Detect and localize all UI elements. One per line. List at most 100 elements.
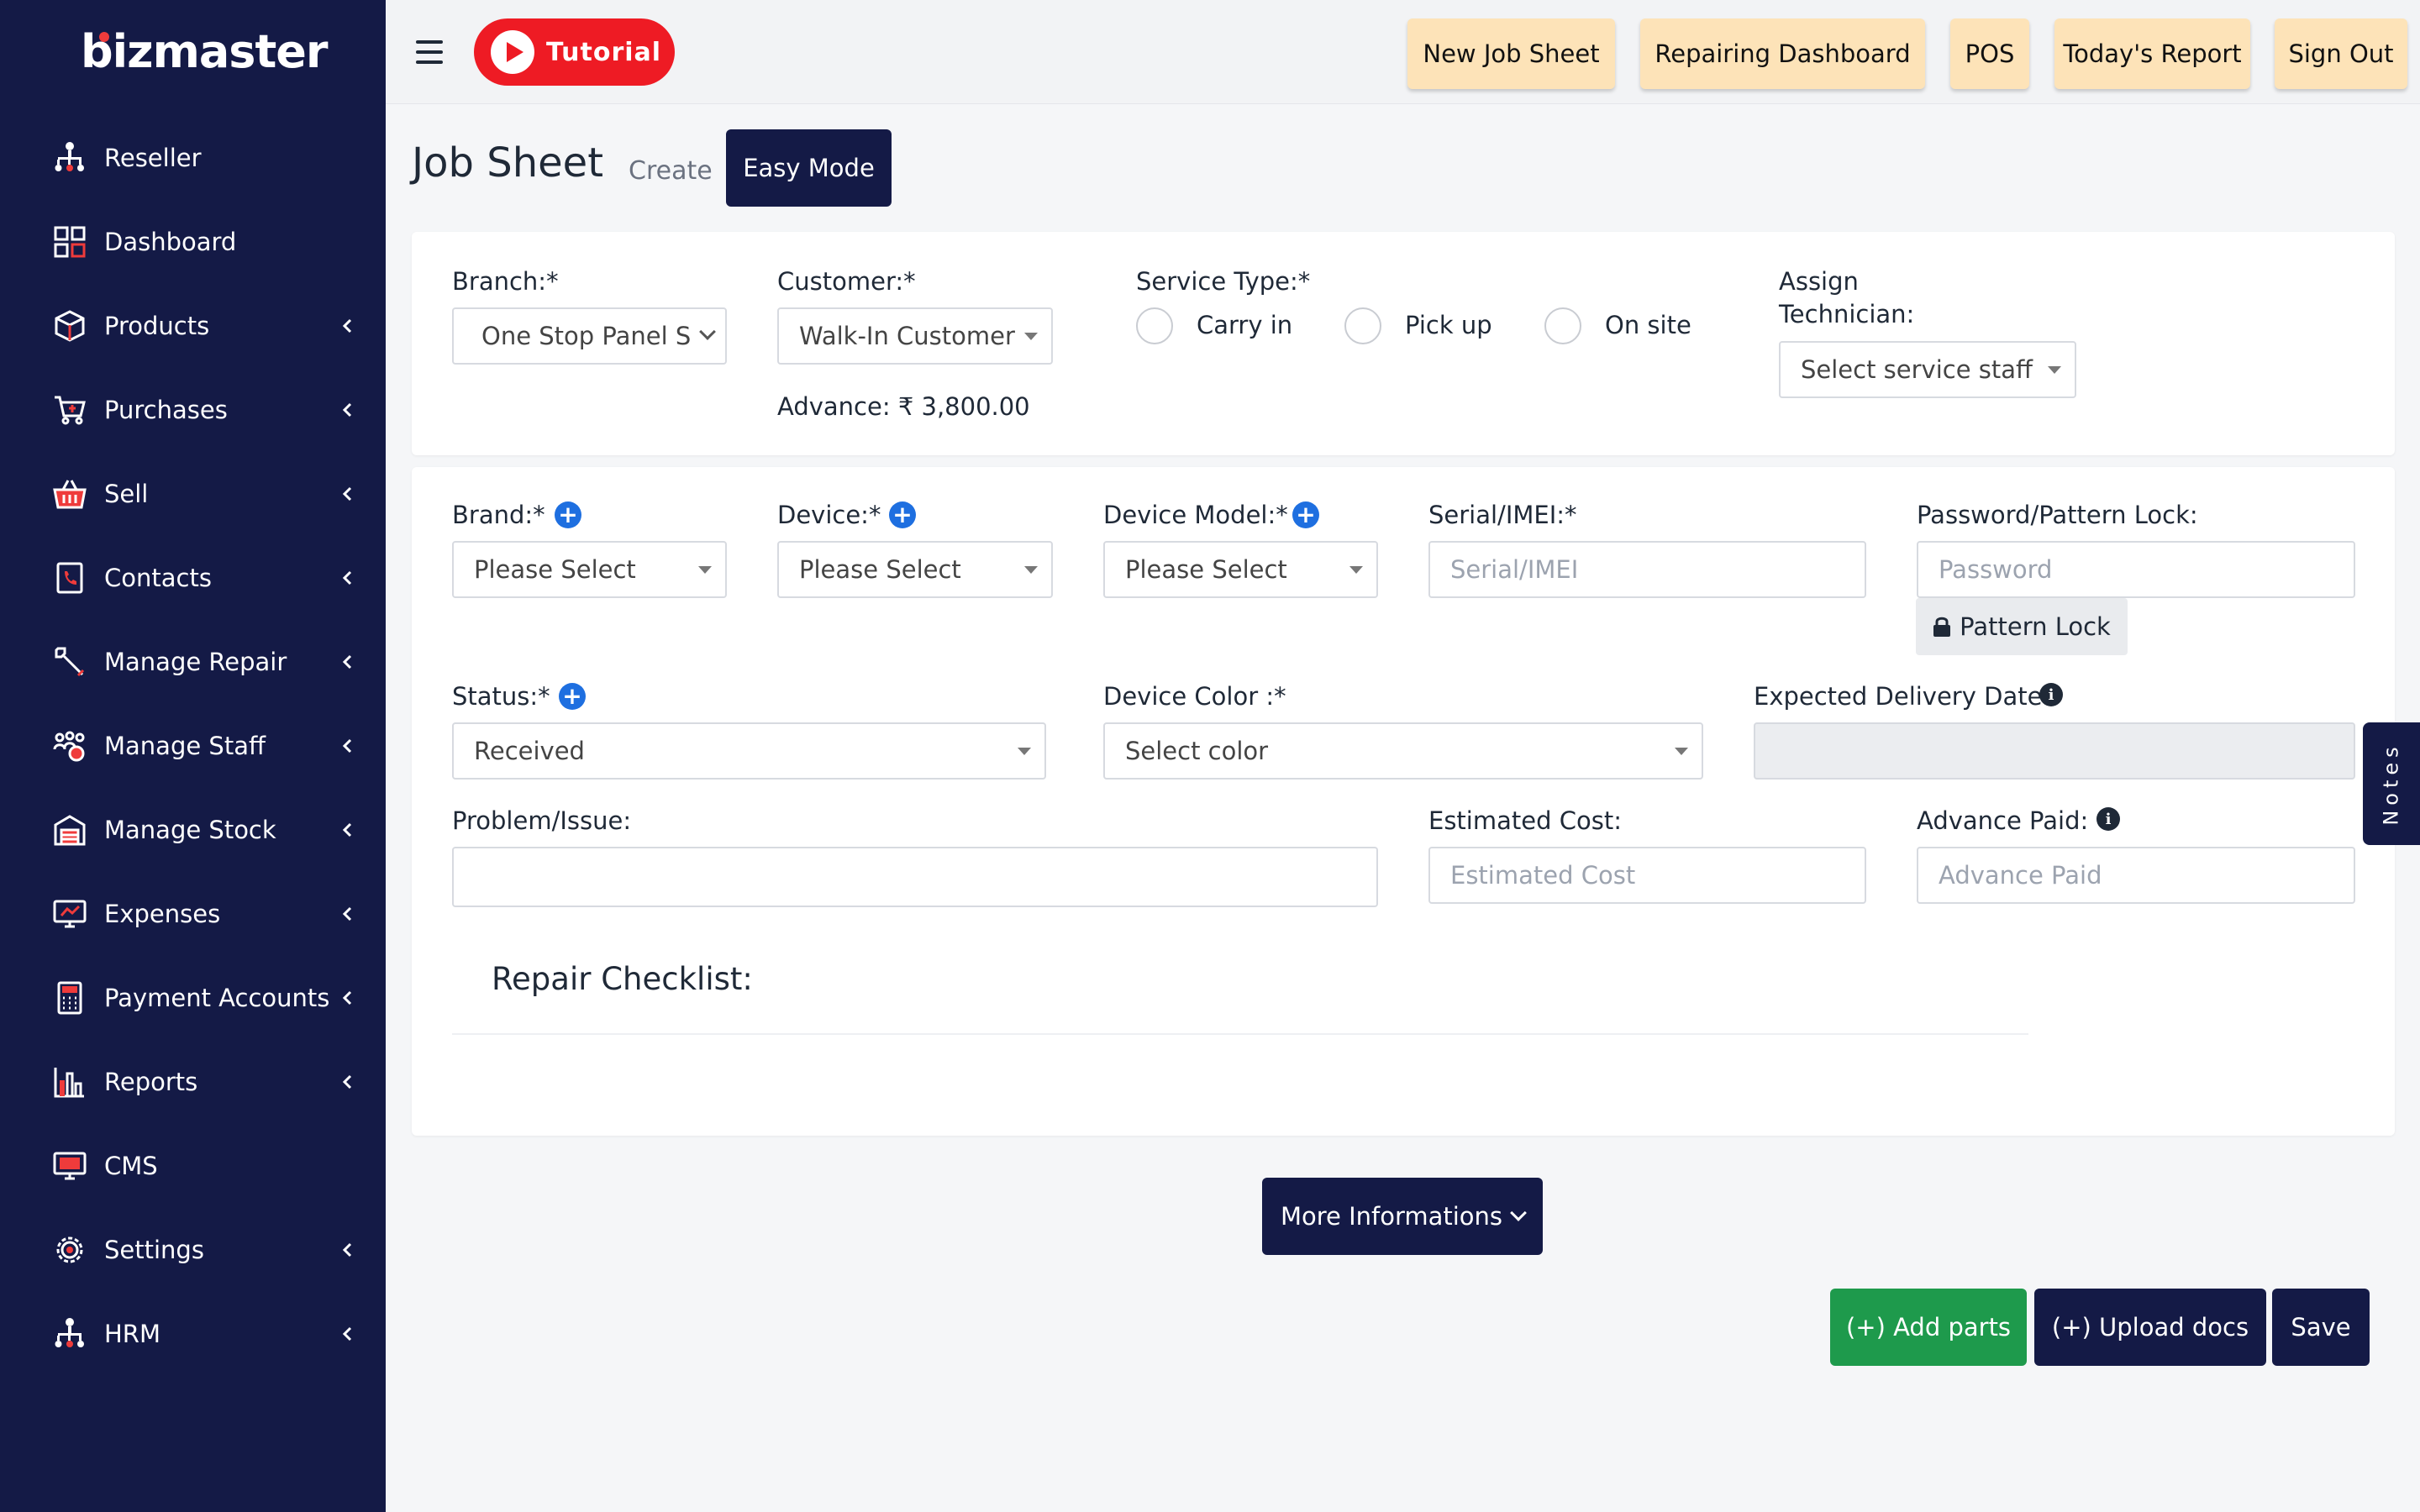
caret-down-icon (1024, 566, 1038, 574)
gear-icon (52, 1232, 87, 1268)
sidebar-item-cms[interactable]: CMS (0, 1124, 386, 1208)
advance-paid-input[interactable]: Advance Paid (1917, 847, 2355, 904)
branch-select[interactable]: One Stop Panel S (452, 307, 727, 365)
estimated-cost-label: Estimated Cost: (1428, 806, 1622, 835)
sidebar-item-label: Settings (104, 1236, 204, 1264)
sign-out-button[interactable]: Sign Out (2275, 18, 2407, 89)
device-color-value: Select color (1125, 737, 1269, 765)
sidebar-item-label: HRM (104, 1320, 160, 1348)
add-device-model-icon[interactable]: + (1292, 501, 1319, 528)
problem-input[interactable] (452, 847, 1378, 907)
info-icon[interactable]: i (2096, 807, 2120, 831)
save-button[interactable]: Save (2272, 1289, 2370, 1366)
device-select[interactable]: Please Select (777, 541, 1053, 598)
bar-report-icon (52, 1064, 87, 1100)
hierarchy-icon (52, 1316, 87, 1352)
sidebar-item-label: Payment Accounts (104, 984, 330, 1012)
add-status-icon[interactable]: + (559, 683, 586, 710)
device-model-value: Please Select (1125, 555, 1287, 584)
notes-tab[interactable]: Notes (2363, 722, 2420, 845)
upload-docs-button[interactable]: (+) Upload docs (2034, 1289, 2266, 1366)
pattern-lock-label: Pattern Lock (1960, 612, 2111, 641)
sidebar-item-manage-staff[interactable]: Manage Staff (0, 704, 386, 788)
pos-button[interactable]: POS (1950, 18, 2029, 89)
top-bar: Tutorial New Job Sheet Repairing Dashboa… (386, 0, 2420, 104)
todays-report-button[interactable]: Today's Report (2054, 18, 2250, 89)
device-color-select[interactable]: Select color (1103, 722, 1703, 780)
chevron-left-icon (342, 822, 352, 837)
sidebar-item-label: Reports (104, 1068, 198, 1096)
sidebar-item-label: Reseller (104, 144, 202, 172)
more-informations-label: More Informations (1280, 1202, 1503, 1231)
chevron-left-icon (342, 990, 352, 1005)
page-subtitle: Create (629, 156, 713, 186)
sidebar-item-label: Manage Staff (104, 732, 266, 760)
pattern-lock-button[interactable]: Pattern Lock (1916, 598, 2128, 655)
chevron-left-icon (342, 654, 352, 669)
menu-toggle-icon[interactable] (416, 40, 443, 64)
radio-carry-in[interactable] (1136, 307, 1173, 344)
add-device-icon[interactable]: + (889, 501, 916, 528)
caret-down-icon (1024, 333, 1038, 340)
chevron-down-icon (1510, 1205, 1527, 1221)
info-icon[interactable]: i (2039, 683, 2063, 706)
sidebar-item-sell[interactable]: Sell (0, 452, 386, 536)
brand-logo[interactable]: bizmaster (81, 25, 329, 78)
sidebar-item-reports[interactable]: Reports (0, 1040, 386, 1124)
divider (452, 1033, 2028, 1035)
sidebar-item-dashboard[interactable]: Dashboard (0, 200, 386, 284)
sidebar-item-contacts[interactable]: Contacts (0, 536, 386, 620)
radio-on-site[interactable] (1544, 307, 1581, 344)
add-brand-icon[interactable]: + (555, 501, 581, 528)
tutorial-button[interactable]: Tutorial (474, 18, 675, 86)
technician-value: Select service staff (1801, 355, 2033, 384)
calculator-icon (52, 980, 87, 1016)
add-parts-button[interactable]: (+) Add parts (1830, 1289, 2027, 1366)
brand-label: Brand:* (452, 501, 545, 529)
caret-down-icon (2048, 366, 2061, 374)
sidebar-item-hrm[interactable]: HRM (0, 1292, 386, 1376)
brand-select[interactable]: Please Select (452, 541, 727, 598)
radio-pick-up[interactable] (1344, 307, 1381, 344)
estimated-cost-input[interactable]: Estimated Cost (1428, 847, 1866, 904)
sidebar-item-purchases[interactable]: Purchases (0, 368, 386, 452)
sidebar-item-payment-accounts[interactable]: Payment Accounts (0, 956, 386, 1040)
chevron-left-icon (342, 1326, 352, 1341)
easy-mode-button[interactable]: Easy Mode (726, 129, 892, 207)
repairing-dashboard-button[interactable]: Repairing Dashboard (1640, 18, 1925, 89)
sidebar-item-label: CMS (104, 1152, 158, 1180)
pick-up-label: Pick up (1405, 311, 1492, 339)
customer-select[interactable]: Walk-In Customer (777, 307, 1053, 365)
status-select[interactable]: Received (452, 722, 1046, 780)
sidebar-item-reseller[interactable]: Reseller (0, 116, 386, 200)
technician-select[interactable]: Select service staff (1779, 341, 2076, 398)
sidebar-item-products[interactable]: Products (0, 284, 386, 368)
chevron-down-icon (699, 323, 716, 340)
advance-paid-label: Advance Paid: (1917, 806, 2089, 835)
device-value: Please Select (799, 555, 961, 584)
dashboard-grid-icon (52, 224, 87, 260)
caret-down-icon (1018, 748, 1031, 755)
on-site-label: On site (1605, 311, 1691, 339)
sidebar-item-expenses[interactable]: Expenses (0, 872, 386, 956)
box-icon (52, 308, 87, 344)
technician-label-line2: Technician: (1779, 300, 1915, 328)
new-job-sheet-button[interactable]: New Job Sheet (1407, 18, 1615, 89)
sidebar-item-settings[interactable]: Settings (0, 1208, 386, 1292)
sidebar-item-manage-repair[interactable]: Manage Repair (0, 620, 386, 704)
customer-advance: Advance: ₹ 3,800.00 (777, 392, 1030, 421)
device-model-select[interactable]: Please Select (1103, 541, 1378, 598)
delivery-date-label: Expected Delivery Date: (1754, 682, 2051, 711)
staff-group-icon (52, 728, 87, 764)
branch-value: One Stop Panel S (481, 322, 692, 350)
expense-screen-icon (52, 896, 87, 932)
delivery-date-input[interactable] (1754, 722, 2355, 780)
serial-input[interactable]: Serial/IMEI (1428, 541, 1866, 598)
password-input[interactable]: Password (1917, 541, 2355, 598)
sidebar-nav: Reseller Dashboard Products Purchases Se… (0, 116, 386, 1376)
sidebar-item-label: Manage Repair (104, 648, 287, 676)
sidebar-item-manage-stock[interactable]: Manage Stock (0, 788, 386, 872)
caret-down-icon (1675, 748, 1688, 755)
more-informations-button[interactable]: More Informations (1262, 1178, 1543, 1255)
problem-label: Problem/Issue: (452, 806, 632, 835)
